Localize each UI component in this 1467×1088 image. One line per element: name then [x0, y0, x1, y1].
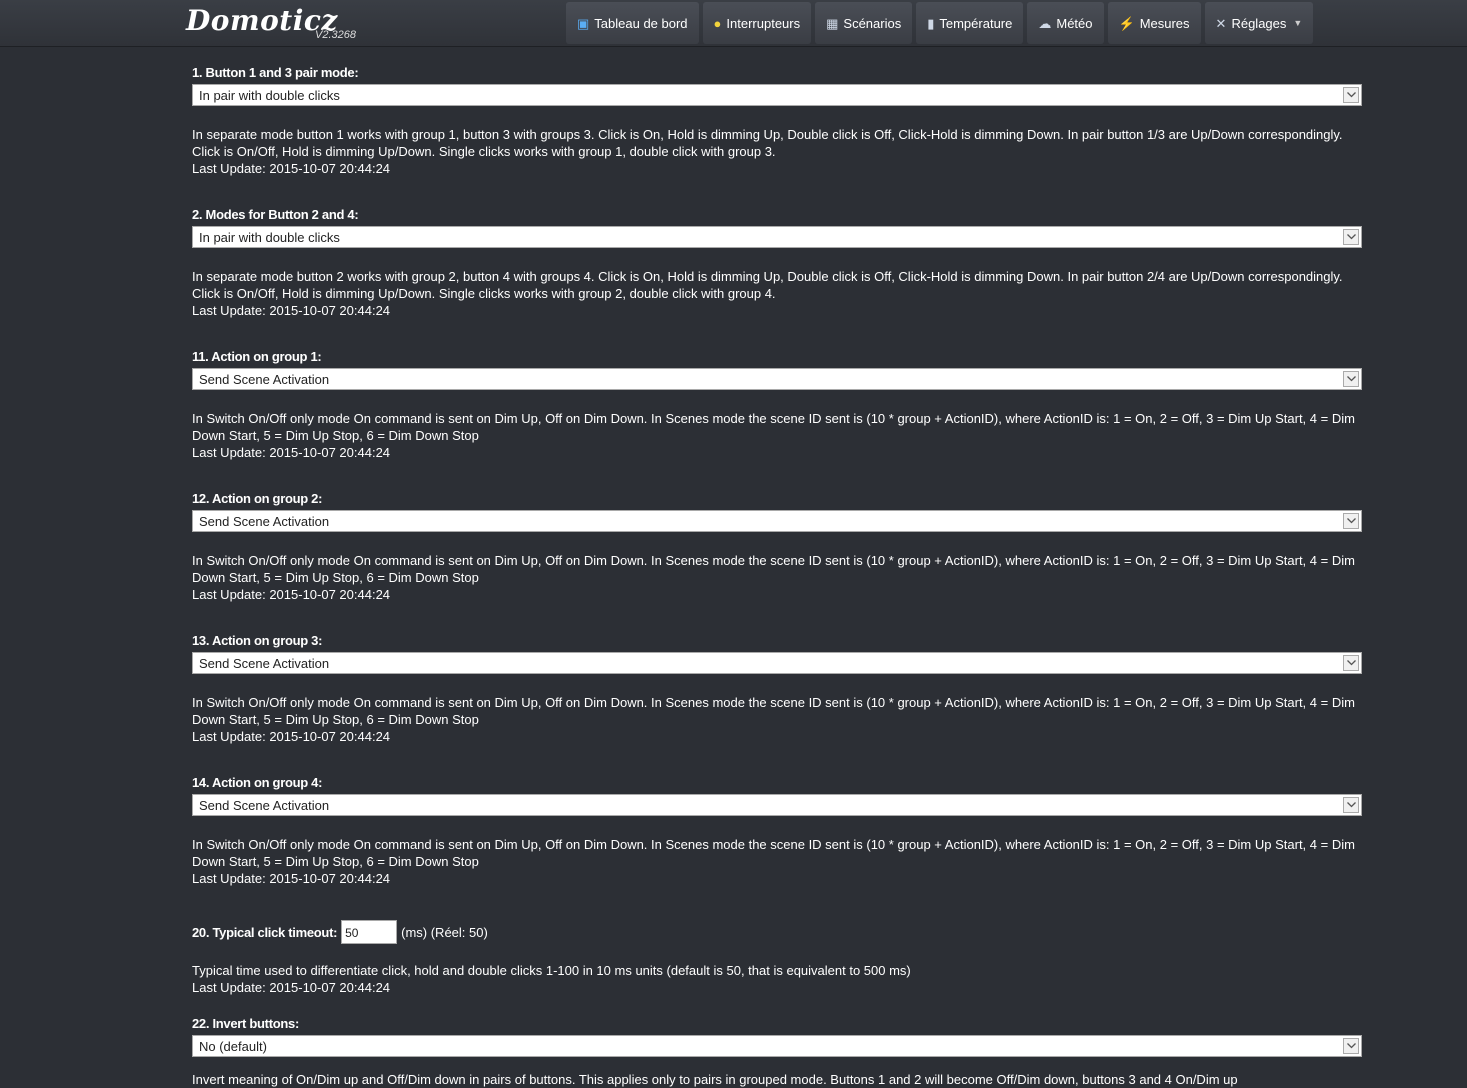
param-label: 2. Modes for Button 2 and 4:	[192, 207, 359, 222]
param-label: 13. Action on group 3:	[192, 633, 323, 648]
chevron-down-icon[interactable]	[1343, 655, 1359, 671]
description-text: In Switch On/Off only mode On command is…	[192, 695, 1355, 727]
last-update: Last Update: 2015-10-07 20:44:24	[192, 980, 391, 995]
last-update: Last Update: 2015-10-07 20:44:24	[192, 161, 391, 176]
tab-scenes[interactable]: ▦ Scénarios	[815, 2, 913, 44]
tab-utility[interactable]: ⚡ Mesures	[1107, 2, 1201, 44]
clapperboard-icon: ▦	[826, 15, 839, 31]
param-block: 14. Action on group 4: Send Scene Activa…	[192, 775, 1362, 887]
param-description: Typical time used to differentiate click…	[192, 962, 1362, 996]
param-select[interactable]: Send Scene Activation	[192, 794, 1362, 816]
param-label: 1. Button 1 and 3 pair mode:	[192, 65, 359, 80]
param-select[interactable]: Send Scene Activation	[192, 652, 1362, 674]
tab-label: Réglages	[1231, 15, 1287, 31]
param-description: In Switch On/Off only mode On command is…	[192, 836, 1362, 887]
tab-label: Météo	[1056, 15, 1093, 31]
chevron-down-icon[interactable]	[1343, 1038, 1359, 1054]
lightbulb-icon: ●	[713, 15, 722, 31]
param-select[interactable]: In pair with double clicks	[192, 226, 1362, 248]
description-text: Invert meaning of On/Dim up and Off/Dim …	[192, 1072, 1238, 1087]
main-nav: ▣ Tableau de bord ● Interrupteurs ▦ Scén…	[566, 2, 1314, 44]
chevron-down-icon[interactable]	[1343, 371, 1359, 387]
param-select[interactable]: Send Scene Activation	[192, 510, 1362, 532]
param-description: In separate mode button 1 works with gro…	[192, 126, 1362, 177]
param-select[interactable]: Send Scene Activation	[192, 368, 1362, 390]
param-block: 13. Action on group 3: Send Scene Activa…	[192, 633, 1362, 745]
description-text: In separate mode button 2 works with gro…	[192, 269, 1343, 301]
timeout-row: 20. Typical click timeout: 50 (ms) (Réel…	[192, 920, 1362, 944]
select-value: No (default)	[199, 1039, 267, 1054]
last-update: Last Update: 2015-10-07 20:44:24	[192, 871, 391, 886]
param-block: 22. Invert buttons: No (default) Invert …	[192, 1016, 1362, 1088]
param-block: 11. Action on group 1: Send Scene Activa…	[192, 349, 1362, 461]
chevron-down-icon[interactable]	[1343, 797, 1359, 813]
tab-label: Température	[939, 15, 1013, 31]
tab-switches[interactable]: ● Interrupteurs	[702, 2, 812, 44]
param-description: In Switch On/Off only mode On command is…	[192, 552, 1362, 603]
description-text: In separate mode button 1 works with gro…	[192, 127, 1343, 159]
tab-dashboard[interactable]: ▣ Tableau de bord	[566, 2, 699, 44]
timeout-unit: (ms) (Réel: 50)	[401, 924, 488, 940]
top-navbar: Domoticz V2.3268 ▣ Tableau de bord ● Int…	[0, 0, 1467, 47]
param-block: 1. Button 1 and 3 pair mode: In pair wit…	[192, 65, 1362, 177]
tab-temperature[interactable]: ▮ Température	[916, 2, 1024, 44]
select-value: Send Scene Activation	[199, 372, 330, 387]
tab-label: Scénarios	[843, 15, 902, 31]
version-label: V2.3268	[315, 29, 356, 41]
last-update: Last Update: 2015-10-07 20:44:24	[192, 303, 391, 318]
param-label: 12. Action on group 2:	[192, 491, 323, 506]
param-description: In Switch On/Off only mode On command is…	[192, 410, 1362, 461]
lightning-icon: ⚡	[1118, 15, 1135, 31]
select-value: Send Scene Activation	[199, 514, 330, 529]
device-parameters: 1. Button 1 and 3 pair mode: In pair wit…	[192, 60, 1362, 1088]
weather-icon: ☁	[1038, 15, 1052, 31]
chevron-down-icon[interactable]	[1343, 87, 1359, 103]
select-value: In pair with double clicks	[199, 230, 340, 245]
description-text: Typical time used to differentiate click…	[192, 963, 911, 978]
param-label: 14. Action on group 4:	[192, 775, 323, 790]
param-label: 20. Typical click timeout:	[192, 924, 338, 940]
param-select[interactable]: No (default)	[192, 1035, 1362, 1057]
tab-weather[interactable]: ☁ Météo	[1027, 2, 1104, 44]
thermometer-icon: ▮	[927, 15, 935, 31]
param-block: 2. Modes for Button 2 and 4: In pair wit…	[192, 207, 1362, 319]
param-block: 12. Action on group 2: Send Scene Activa…	[192, 491, 1362, 603]
tools-icon: ✕	[1215, 15, 1227, 31]
param-description: In Switch On/Off only mode On command is…	[192, 694, 1362, 745]
param-label: 22. Invert buttons:	[192, 1016, 299, 1031]
last-update: Last Update: 2015-10-07 20:44:24	[192, 729, 391, 744]
tab-settings[interactable]: ✕ Réglages ▼	[1204, 2, 1314, 44]
select-value: Send Scene Activation	[199, 656, 330, 671]
select-value: Send Scene Activation	[199, 798, 330, 813]
description-text: In Switch On/Off only mode On command is…	[192, 553, 1355, 585]
tab-label: Tableau de bord	[594, 15, 688, 31]
tab-label: Mesures	[1139, 15, 1190, 31]
last-update: Last Update: 2015-10-07 20:44:24	[192, 587, 391, 602]
chevron-down-icon[interactable]	[1343, 513, 1359, 529]
last-update: Last Update: 2015-10-07 20:44:24	[192, 445, 391, 460]
timeout-input[interactable]: 50	[341, 920, 398, 944]
param-block: 20. Typical click timeout: 50 (ms) (Réel…	[192, 920, 1362, 996]
param-description: In separate mode button 2 works with gro…	[192, 268, 1362, 319]
caret-down-icon: ▼	[1293, 18, 1303, 28]
description-text: In Switch On/Off only mode On command is…	[192, 411, 1355, 443]
description-text: In Switch On/Off only mode On command is…	[192, 837, 1355, 869]
param-label: 11. Action on group 1:	[192, 349, 322, 364]
param-description: Invert meaning of On/Dim up and Off/Dim …	[192, 1071, 1362, 1088]
param-select[interactable]: In pair with double clicks	[192, 84, 1362, 106]
tab-label: Interrupteurs	[726, 15, 801, 31]
select-value: In pair with double clicks	[199, 88, 340, 103]
dashboard-icon: ▣	[577, 15, 590, 31]
chevron-down-icon[interactable]	[1343, 229, 1359, 245]
